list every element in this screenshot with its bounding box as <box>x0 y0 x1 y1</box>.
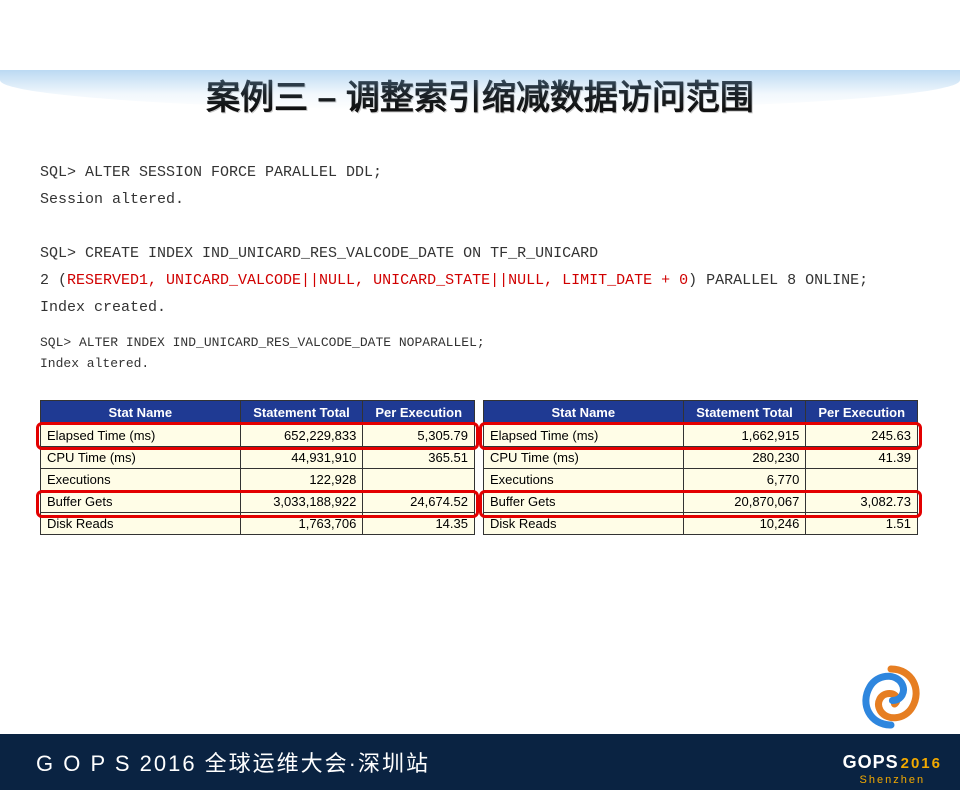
table-row: Executions6,770 <box>484 468 918 490</box>
footer-location: Shenzhen <box>843 774 942 786</box>
table-after-wrap: Stat Name Statement Total Per Execution … <box>483 400 918 535</box>
stat-table-before: Stat Name Statement Total Per Execution … <box>40 400 475 535</box>
col-statement-total: Statement Total <box>240 400 363 424</box>
sql-line-2b-prefix: 2 ( <box>40 272 67 289</box>
sql-output-1: Session altered. <box>40 186 920 213</box>
col-stat-name: Stat Name <box>484 400 684 424</box>
footer-brand: GOPS <box>843 752 899 772</box>
sql-line-3: SQL> ALTER INDEX IND_UNICARD_RES_VALCODE… <box>40 333 920 354</box>
swirl-icon <box>856 662 926 732</box>
sql-small-block: SQL> ALTER INDEX IND_UNICARD_RES_VALCODE… <box>40 333 920 375</box>
col-stat-name: Stat Name <box>41 400 241 424</box>
table-row: Buffer Gets3,033,188,92224,674.52 <box>41 490 475 512</box>
sql-output-3: Index altered. <box>40 354 920 375</box>
table-row: Executions122,928 <box>41 468 475 490</box>
sql-line-2b-highlight: RESERVED1, UNICARD_VALCODE||NULL, UNICAR… <box>67 272 688 289</box>
col-per-execution: Per Execution <box>363 400 475 424</box>
sql-output-2: Index created. <box>40 294 920 321</box>
table-row: CPU Time (ms)280,23041.39 <box>484 446 918 468</box>
sql-line-2a: SQL> CREATE INDEX IND_UNICARD_RES_VALCOD… <box>40 240 920 267</box>
footer-brand-block: GOPS2016 Shenzhen <box>843 748 942 786</box>
table-row: Elapsed Time (ms)1,662,915245.63 <box>484 424 918 446</box>
sql-line-2b: 2 (RESERVED1, UNICARD_VALCODE||NULL, UNI… <box>40 267 920 294</box>
table-row: Disk Reads1,763,70614.35 <box>41 512 475 534</box>
table-row: Disk Reads10,2461.51 <box>484 512 918 534</box>
col-statement-total: Statement Total <box>683 400 806 424</box>
table-row: Elapsed Time (ms)652,229,8335,305.79 <box>41 424 475 446</box>
stat-table-after: Stat Name Statement Total Per Execution … <box>483 400 918 535</box>
stat-tables-container: Stat Name Statement Total Per Execution … <box>40 400 920 535</box>
footer-text: G O P S 2016 全球运维大会·深圳站 <box>36 746 430 778</box>
col-per-execution: Per Execution <box>806 400 918 424</box>
sql-block: SQL> ALTER SESSION FORCE PARALLEL DDL; S… <box>40 159 920 375</box>
table-row: Buffer Gets20,870,0673,082.73 <box>484 490 918 512</box>
footer-year: 2016 <box>901 755 942 772</box>
table-before-wrap: Stat Name Statement Total Per Execution … <box>40 400 475 535</box>
footer-bar: G O P S 2016 全球运维大会·深圳站 GOPS2016 Shenzhe… <box>0 734 960 790</box>
sql-line-2b-suffix: ) PARALLEL 8 ONLINE; <box>688 272 868 289</box>
sql-line-1: SQL> ALTER SESSION FORCE PARALLEL DDL; <box>40 159 920 186</box>
table-row: CPU Time (ms)44,931,910365.51 <box>41 446 475 468</box>
